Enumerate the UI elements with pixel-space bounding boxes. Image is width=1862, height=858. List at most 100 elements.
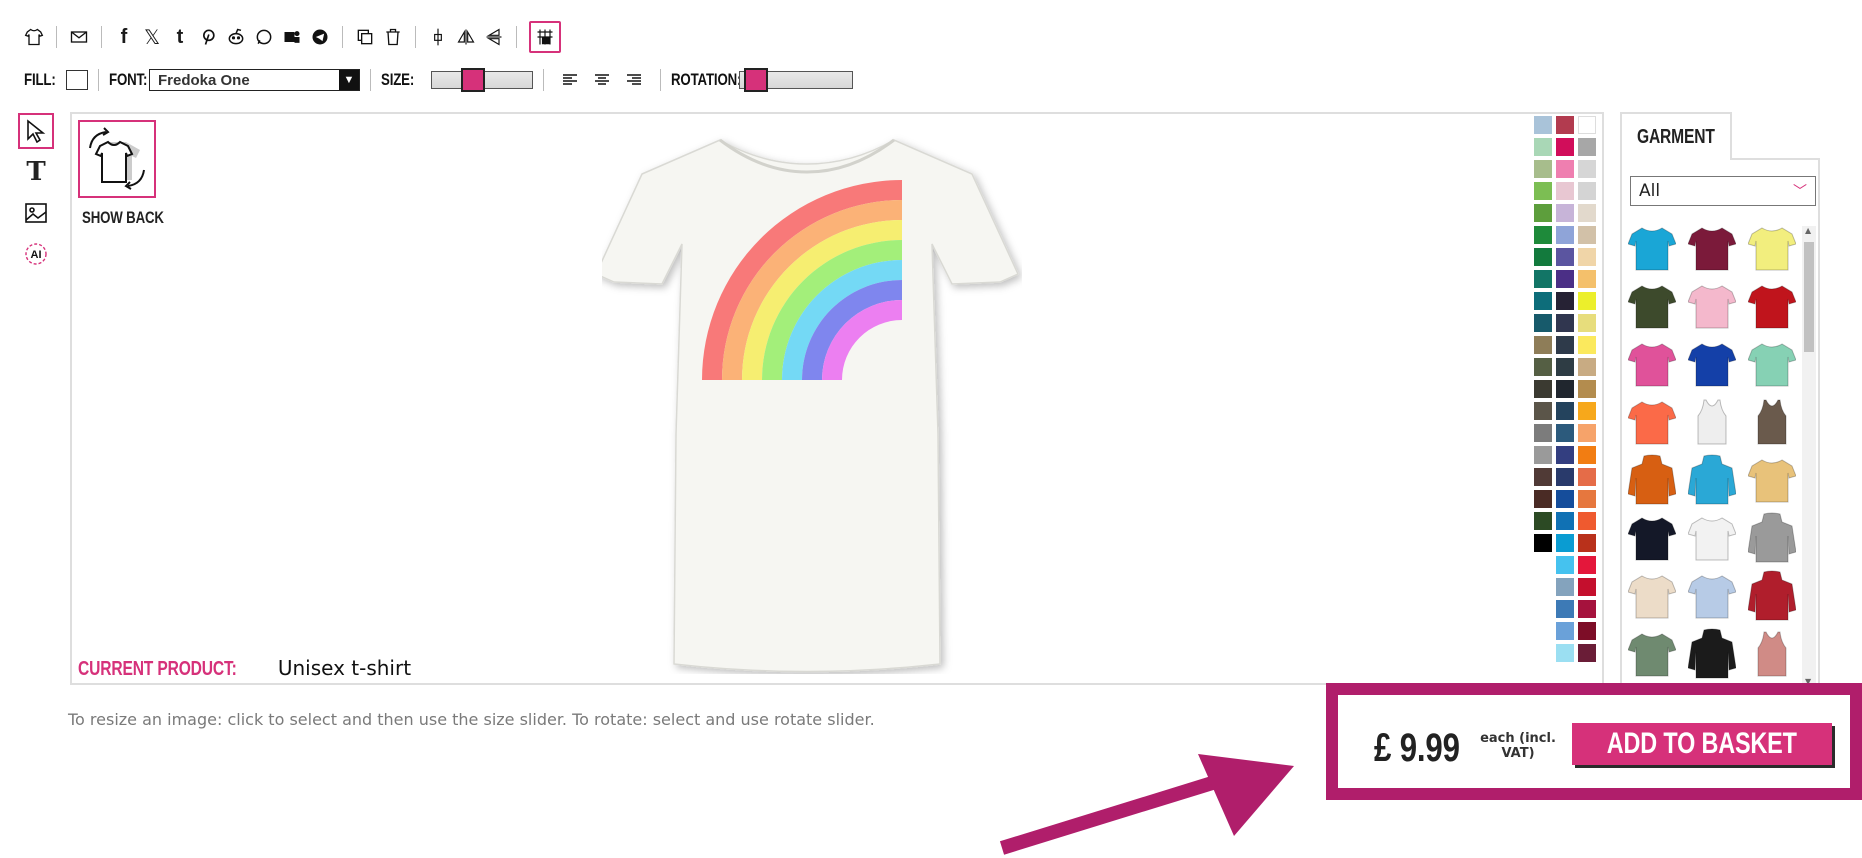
teams-icon[interactable] <box>278 22 306 52</box>
scroll-up-icon[interactable]: ▲ <box>1805 226 1811 235</box>
color-swatch[interactable] <box>1534 138 1552 156</box>
text-tool[interactable]: T <box>18 154 54 190</box>
email-icon[interactable] <box>65 22 93 52</box>
garment-rose-vest[interactable] <box>1746 626 1798 682</box>
design-canvas[interactable]: SHOW BACK CURRENT PRODUCT: Unisex t-shir… <box>70 112 1604 685</box>
garment-cream-tshirt[interactable] <box>1626 568 1678 624</box>
color-swatch[interactable] <box>1534 248 1552 266</box>
color-swatch[interactable] <box>1534 490 1552 508</box>
font-select[interactable]: Fredoka One ▼ <box>149 69 360 91</box>
garment-baseball-tshirt[interactable] <box>1686 510 1738 566</box>
color-swatch[interactable] <box>1534 336 1552 354</box>
color-swatch[interactable] <box>1534 182 1552 200</box>
x-twitter-icon[interactable]: 𝕏 <box>138 22 166 52</box>
color-swatch[interactable] <box>1556 446 1574 464</box>
color-swatch[interactable] <box>1534 204 1552 222</box>
color-swatch[interactable] <box>1578 402 1596 420</box>
color-swatch[interactable] <box>1578 556 1596 574</box>
color-swatch[interactable] <box>1578 160 1596 178</box>
size-slider-thumb[interactable] <box>461 68 485 92</box>
garment-tiedye-tshirt[interactable] <box>1746 452 1798 508</box>
color-swatch[interactable] <box>1556 292 1574 310</box>
garment-pink-tshirt[interactable] <box>1686 278 1738 334</box>
color-swatch[interactable] <box>1578 336 1596 354</box>
color-swatch[interactable] <box>1556 138 1574 156</box>
rotation-slider-thumb[interactable] <box>744 68 768 92</box>
size-slider[interactable] <box>431 68 533 92</box>
color-swatch[interactable] <box>1556 116 1574 134</box>
delete-icon[interactable] <box>379 22 407 52</box>
tshirt-icon[interactable] <box>20 22 48 52</box>
color-swatch[interactable] <box>1556 160 1574 178</box>
center-icon[interactable] <box>424 22 452 52</box>
color-swatch[interactable] <box>1556 556 1574 574</box>
color-swatch[interactable] <box>1578 512 1596 530</box>
color-swatch[interactable] <box>1534 160 1552 178</box>
pinterest-icon[interactable] <box>194 22 222 52</box>
color-swatch[interactable] <box>1556 468 1574 486</box>
garment-black-orange-hoodie[interactable] <box>1686 626 1738 682</box>
garment-grey-hoodie[interactable] <box>1746 510 1798 566</box>
garment-olive-tshirt[interactable] <box>1626 278 1678 334</box>
color-swatch[interactable] <box>1578 226 1596 244</box>
telegram-icon[interactable] <box>306 22 334 52</box>
color-swatch[interactable] <box>1556 336 1574 354</box>
image-tool[interactable] <box>18 195 54 231</box>
garment-brown-vest[interactable] <box>1746 394 1798 450</box>
garment-sage-longsleeve[interactable] <box>1626 626 1678 682</box>
garment-maroon-tshirt[interactable] <box>1686 220 1738 276</box>
color-swatch[interactable] <box>1534 292 1552 310</box>
color-swatch[interactable] <box>1534 468 1552 486</box>
color-swatch[interactable] <box>1556 490 1574 508</box>
color-swatch[interactable] <box>1534 226 1552 244</box>
color-swatch[interactable] <box>1534 402 1552 420</box>
align-center-icon[interactable] <box>586 69 618 91</box>
color-swatch[interactable] <box>1534 380 1552 398</box>
color-swatch[interactable] <box>1534 424 1552 442</box>
color-swatch[interactable] <box>1556 182 1574 200</box>
garment-scrollbar[interactable]: ▲ ▼ <box>1802 226 1816 686</box>
duplicate-icon[interactable] <box>351 22 379 52</box>
color-swatch[interactable] <box>1556 644 1574 662</box>
garment-white-vest[interactable] <box>1686 394 1738 450</box>
garment-fuchsia-tshirt[interactable] <box>1626 336 1678 392</box>
tumblr-icon[interactable]: t <box>166 22 194 52</box>
color-swatch[interactable] <box>1556 402 1574 420</box>
color-swatch[interactable] <box>1578 138 1596 156</box>
color-swatch[interactable] <box>1556 270 1574 288</box>
garment-mint-tshirt[interactable] <box>1746 336 1798 392</box>
color-swatch[interactable] <box>1556 204 1574 222</box>
flip-vertical-icon[interactable] <box>480 22 508 52</box>
show-back-button[interactable] <box>78 120 156 198</box>
color-swatch[interactable] <box>1534 534 1552 552</box>
facebook-icon[interactable]: f <box>110 22 138 52</box>
flip-horizontal-icon[interactable] <box>452 22 480 52</box>
color-swatch[interactable] <box>1556 248 1574 266</box>
garment-orange-hoodie[interactable] <box>1626 452 1678 508</box>
color-swatch[interactable] <box>1556 512 1574 530</box>
color-swatch[interactable] <box>1578 424 1596 442</box>
scrollbar-thumb[interactable] <box>1804 242 1814 352</box>
color-swatch[interactable] <box>1534 270 1552 288</box>
garment-dipdye-tshirt[interactable] <box>1686 568 1738 624</box>
garment-royal-tshirt[interactable] <box>1686 336 1738 392</box>
color-swatch[interactable] <box>1534 314 1552 332</box>
align-left-icon[interactable] <box>554 69 586 91</box>
color-swatch[interactable] <box>1578 644 1596 662</box>
color-swatch[interactable] <box>1578 534 1596 552</box>
grid-snap-icon[interactable] <box>529 21 561 53</box>
align-right-icon[interactable] <box>618 69 650 91</box>
garment-varsity-jacket[interactable] <box>1746 568 1798 624</box>
color-swatch[interactable] <box>1578 182 1596 200</box>
color-swatch[interactable] <box>1556 578 1574 596</box>
reddit-icon[interactable] <box>222 22 250 52</box>
color-swatch[interactable] <box>1578 622 1596 640</box>
garment-red-tshirt[interactable] <box>1746 278 1798 334</box>
color-swatch[interactable] <box>1556 314 1574 332</box>
select-tool[interactable] <box>18 113 54 149</box>
color-swatch[interactable] <box>1534 446 1552 464</box>
color-swatch[interactable] <box>1578 116 1596 134</box>
color-swatch[interactable] <box>1578 248 1596 266</box>
color-swatch[interactable] <box>1578 292 1596 310</box>
garment-aqua-hoodie[interactable] <box>1686 452 1738 508</box>
